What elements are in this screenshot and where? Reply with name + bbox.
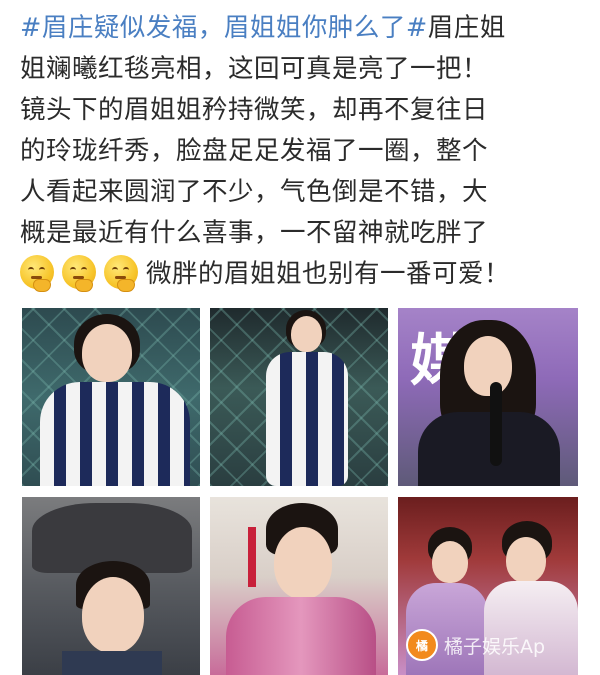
- post-line-6: 概是最近有什么喜事，一不留神就吃胖了: [20, 218, 489, 248]
- face: [464, 336, 512, 396]
- dark-jacket: [418, 412, 560, 486]
- photo-drama-still-2[interactable]: [210, 497, 388, 675]
- thinking-face-icon: [104, 255, 138, 292]
- pink-robe: [226, 597, 376, 675]
- photo-red-carpet-2[interactable]: [210, 308, 388, 486]
- post-line-5: 人看起来圆润了不少，气色倒是不错，大: [20, 177, 489, 207]
- thinking-face-icon: [20, 255, 54, 292]
- face: [506, 537, 546, 583]
- photo-red-carpet-1[interactable]: [22, 308, 200, 486]
- photo-drama-still-1[interactable]: [22, 497, 200, 675]
- robe: [62, 651, 162, 675]
- post-line-3: 镜头下的眉姐姐矜持微笑，却再不复往日: [20, 95, 489, 125]
- watermark-text: 橘子娱乐Ap: [444, 635, 546, 658]
- tassel: [248, 527, 256, 587]
- face: [82, 324, 132, 382]
- post-line-1: 眉庄姐: [427, 13, 506, 43]
- striped-dress: [266, 352, 348, 486]
- photo-drama-still-3[interactable]: 橘 橘子娱乐Ap: [398, 497, 578, 675]
- post-last-line: 微胖的眉姐姐也别有一番可爱！: [146, 259, 511, 289]
- hashtag-link[interactable]: #眉庄疑似发福，眉姐姐你肿么了#: [20, 13, 428, 43]
- striped-shirt: [40, 382, 190, 486]
- face: [432, 541, 468, 583]
- watermark-logo: 橘: [406, 629, 438, 661]
- photo-interview[interactable]: 媒体: [398, 308, 578, 486]
- thinking-face-icon: [62, 255, 96, 292]
- face: [82, 577, 144, 653]
- face: [291, 316, 322, 352]
- microphone: [490, 382, 502, 466]
- post-line-2: 姐斓曦红毯亮相，这回可真是亮了一把！: [20, 54, 489, 84]
- watermark: 橘 橘子娱乐Ap: [406, 629, 545, 661]
- face: [274, 527, 332, 599]
- post-text: #眉庄疑似发福，眉姐姐你肿么了#眉庄姐 姐斓曦红毯亮相，这回可真是亮了一把！ 镜…: [20, 8, 585, 295]
- post-line-4: 的玲珑纤秀，脸盘足足发福了一圈，整个: [20, 136, 489, 166]
